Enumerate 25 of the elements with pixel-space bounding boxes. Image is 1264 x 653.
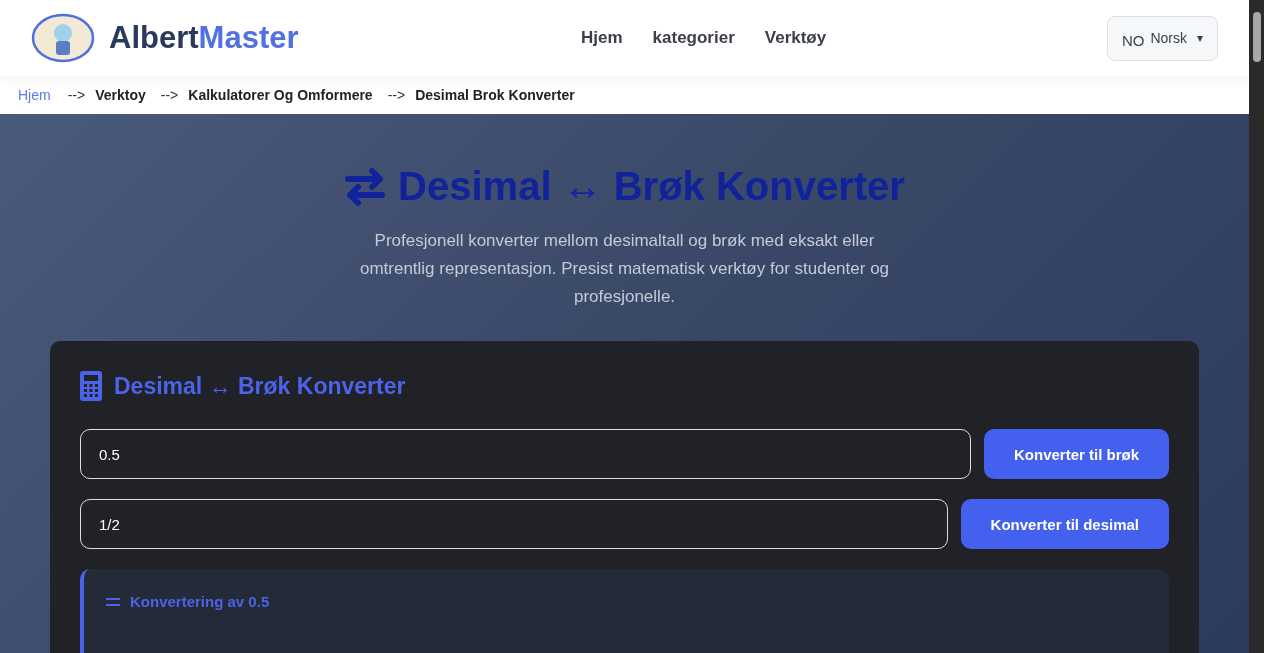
logo-avatar-icon[interactable] — [31, 13, 95, 63]
input-field[interactable]: 1/2 — [80, 499, 948, 549]
breadcrumb-separator: --> — [160, 87, 179, 103]
input-field[interactable]: 0.5 — [80, 429, 971, 479]
breadcrumb-item: Desimal Brok Konverter — [415, 87, 575, 103]
convert-button[interactable]: Konverter til desimal — [960, 499, 1169, 549]
breadcrumb-separator: --> — [387, 87, 406, 103]
breadcrumb-item: Kalkulatorer Og Omformere — [188, 87, 373, 103]
breadcrumb-separator: --> — [67, 87, 86, 103]
scrollbar-thumb[interactable] — [1252, 12, 1261, 62]
converter-title: Desimal ↔ Brøk Konverter — [114, 372, 406, 400]
page-description: Profesjonell konverter mellom desimaltall og brøk med eksakt eller omtrentlig representasjon. Presist matematisk verktøy for studenter og profesjonelle. — [358, 230, 891, 308]
lines-icon — [106, 596, 120, 607]
logo-text[interactable]: AlbertMaster — [109, 20, 299, 56]
nav-link[interactable]: kategorier — [652, 28, 735, 48]
convert-button[interactable]: Konverter til brøk — [983, 429, 1169, 479]
nav-link[interactable]: Hjem — [581, 28, 623, 48]
scrollbar[interactable] — [1249, 0, 1264, 653]
nav-link[interactable]: Verktøy — [764, 28, 827, 48]
breadcrumb-item: Verktoy — [95, 87, 146, 103]
calculator-icon — [80, 371, 102, 401]
breadcrumb-link[interactable]: Hjem — [18, 87, 51, 103]
language-select[interactable]: NO Norsk ▾ — [1106, 15, 1218, 61]
result-title: Konvertering av 0.5 — [130, 593, 270, 610]
swap-arrows-icon — [344, 166, 387, 207]
